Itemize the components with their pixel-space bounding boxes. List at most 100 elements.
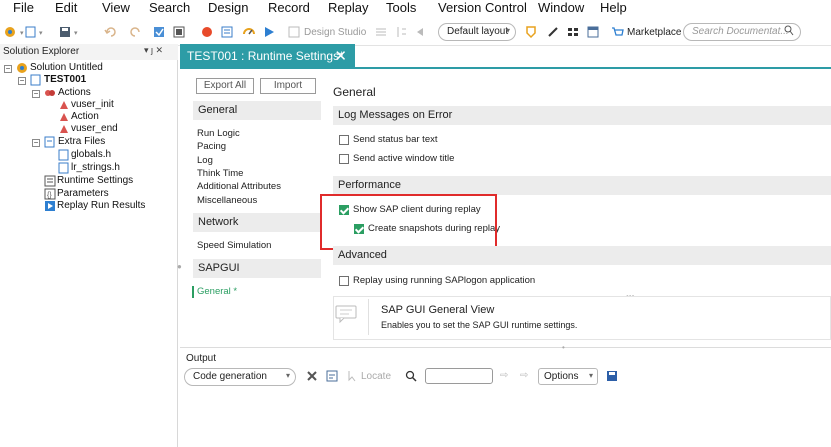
options-button[interactable]: Options ▾ — [538, 368, 598, 385]
collapse-solution-icon[interactable]: − — [4, 65, 12, 73]
selected-indicator — [192, 286, 194, 298]
menu-tools[interactable]: Tools — [386, 0, 416, 15]
tree-actions[interactable]: Actions — [58, 87, 91, 99]
nav-item-pacing[interactable]: Pacing — [197, 141, 226, 153]
pen-icon[interactable] — [546, 24, 560, 40]
menu-replay[interactable]: Replay — [328, 0, 368, 15]
tree-script[interactable]: TEST001 — [44, 74, 86, 86]
nav-general-header[interactable]: General — [193, 101, 321, 120]
splitter-handle[interactable]: ● — [177, 262, 182, 271]
layout-select-value: Default layout — [447, 26, 509, 37]
output-source-select[interactable]: Code generation ▾ — [184, 368, 296, 386]
options-label: Options — [544, 371, 579, 382]
nav-item-log[interactable]: Log — [197, 155, 213, 167]
menu-view[interactable]: View — [102, 0, 130, 15]
marketplace-label: Marketplace — [627, 26, 682, 38]
tree-action-item[interactable]: vuser_end — [71, 123, 118, 135]
tree-extra-files[interactable]: Extra Files — [58, 136, 105, 148]
nav-item-miscellaneous[interactable]: Miscellaneous — [197, 195, 257, 207]
word-wrap-icon[interactable] — [326, 370, 338, 385]
nav-item-speed-simulation[interactable]: Speed Simulation — [197, 240, 271, 252]
collapse-extra-files-icon[interactable]: − — [32, 139, 40, 147]
import-button[interactable]: Import — [260, 78, 316, 94]
menu-edit[interactable]: Edit — [55, 0, 77, 15]
nav-sapgui-header[interactable]: SAPGUI — [193, 259, 321, 278]
tree-replay-results[interactable]: Replay Run Results — [57, 200, 145, 212]
svg-text:{}: {} — [47, 192, 52, 199]
locate-label: Locate — [361, 370, 392, 382]
group-performance: Performance — [333, 176, 831, 195]
panel-pin-close-icons[interactable]: ▾ ȷ ✕ — [144, 45, 163, 56]
tree-action-item[interactable]: vuser_init — [71, 99, 114, 111]
save-icon[interactable]: ▾ — [58, 24, 84, 40]
locate-button[interactable]: Locate — [348, 370, 391, 382]
group-log-messages: Log Messages on Error — [333, 106, 831, 125]
redo-icon[interactable] — [128, 24, 142, 40]
clear-icon[interactable] — [306, 370, 318, 385]
checkbox-send-active-window[interactable] — [339, 154, 349, 164]
chevron-down-icon: ▾ — [588, 371, 593, 380]
replay-results-icon — [44, 200, 56, 215]
marketplace-button[interactable]: Marketplace — [610, 24, 681, 40]
menu-version-control[interactable]: Version Control — [438, 0, 527, 15]
toggle-comment-icon[interactable] — [394, 24, 408, 40]
record-icon[interactable] — [200, 24, 214, 40]
tree-file-item[interactable]: globals.h — [71, 149, 111, 161]
nav-item-sapgui-general[interactable]: General * — [197, 286, 237, 298]
svg-text:▾: ▾ — [39, 30, 43, 37]
export-all-button[interactable]: Export All — [196, 78, 254, 94]
badge-icon[interactable] — [524, 24, 538, 40]
collapse-script-icon[interactable]: − — [18, 77, 26, 85]
new-script-icon[interactable]: ▾ — [24, 24, 50, 40]
output-search-input[interactable] — [425, 368, 493, 384]
extra-files-icon — [44, 136, 56, 151]
output-splitter[interactable] — [180, 347, 831, 348]
snapshot-toggle-icon[interactable] — [414, 24, 428, 40]
nav-item-think-time[interactable]: Think Time — [197, 168, 243, 180]
undo-icon[interactable] — [104, 24, 118, 40]
replay-icon[interactable] — [262, 24, 276, 40]
menu-help[interactable]: Help — [600, 0, 627, 15]
tree-runtime-settings[interactable]: Runtime Settings — [57, 175, 133, 187]
search-documentation-input[interactable]: Search Documentat... — [683, 23, 801, 41]
script-view-icon[interactable] — [220, 24, 234, 40]
find-next-icon[interactable]: ⇨ — [520, 370, 528, 381]
align-icon[interactable] — [374, 24, 388, 40]
compile-icon[interactable] — [152, 24, 166, 40]
tree-file-item[interactable]: lr_strings.h — [71, 162, 120, 174]
layout-icon[interactable] — [172, 24, 186, 40]
menu-design[interactable]: Design — [208, 0, 248, 15]
checkbox-send-status-bar[interactable] — [339, 135, 349, 145]
nav-item-additional-attributes[interactable]: Additional Attributes — [197, 181, 281, 193]
menu-search[interactable]: Search — [149, 0, 190, 15]
search-icon[interactable] — [405, 370, 417, 385]
design-studio-label: Design Studio — [304, 26, 367, 38]
menu-record[interactable]: Record — [268, 0, 310, 15]
close-tab-icon[interactable]: ✕ — [334, 47, 347, 65]
tree-action-item[interactable]: Action — [71, 111, 99, 123]
design-studio-button[interactable]: Design Studio — [288, 24, 366, 40]
comment-icon — [335, 305, 357, 326]
label-send-status-bar: Send status bar text — [353, 134, 438, 145]
nav-network-header[interactable]: Network — [193, 213, 321, 232]
checkbox-running-saplogon[interactable] — [339, 276, 349, 286]
tree-solution[interactable]: Solution Untitled — [30, 62, 103, 74]
layout-select[interactable]: Default layout ▾ — [438, 23, 516, 41]
info-divider — [368, 299, 369, 335]
output-title: Output — [186, 353, 217, 364]
menu-file[interactable]: File — [13, 0, 34, 15]
tab-runtime-settings[interactable]: TEST001 : Runtime Settings* ✕ — [180, 44, 355, 68]
save-output-icon[interactable] — [606, 370, 618, 385]
menu-bar: File Edit View Search Design Record Repl… — [0, 0, 831, 16]
window-icon[interactable] — [586, 24, 600, 40]
output-splitter-handle[interactable]: • — [562, 343, 565, 352]
grid-icon[interactable] — [566, 24, 580, 40]
find-previous-icon[interactable]: ⇨ — [500, 370, 508, 381]
highlight-box — [320, 194, 497, 250]
collapse-actions-icon[interactable]: − — [32, 90, 40, 98]
nav-item-run-logic[interactable]: Run Logic — [197, 128, 240, 140]
runtime-settings-icon[interactable] — [242, 24, 256, 40]
tree-parameters[interactable]: Parameters — [57, 188, 109, 200]
menu-window[interactable]: Window — [538, 0, 584, 15]
info-title: SAP GUI General View — [381, 304, 495, 316]
